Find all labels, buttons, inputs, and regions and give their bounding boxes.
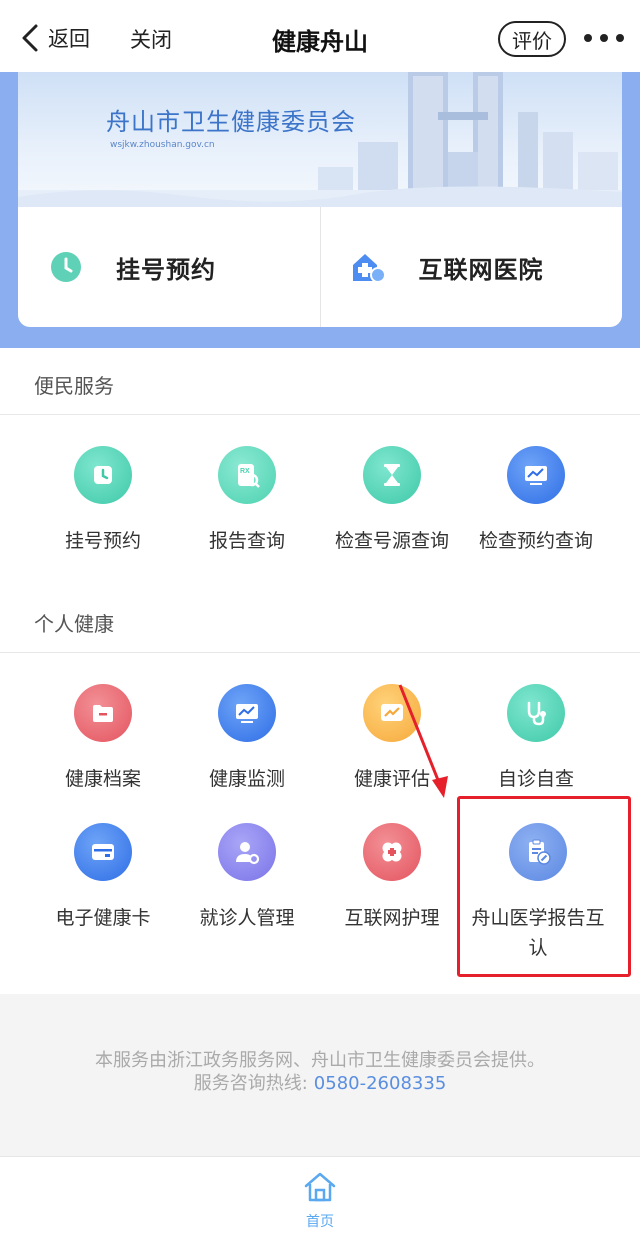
svg-text:RX: RX — [240, 468, 250, 475]
personal-patient-management[interactable]: 就诊人管理 — [175, 823, 319, 933]
annotation-highlight-box — [457, 796, 631, 977]
footer-hotline-label: 服务咨询热线: — [193, 1073, 308, 1094]
quick-appointment-button[interactable]: 挂号预约 — [18, 207, 320, 327]
section-title-personal: 个人健康 — [34, 612, 114, 636]
rx-report-icon: RX — [218, 446, 276, 504]
hero-section: 舟山市卫生健康委员会 wsjkw.zhoushan.gov.cn 挂号预约 互联… — [0, 72, 640, 348]
personal-e-health-card[interactable]: 电子健康卡 — [31, 823, 175, 933]
personal-label: 自诊自查 — [497, 768, 574, 790]
service-label: 检查预约查询 — [478, 530, 593, 552]
city-skyline-illustration — [18, 72, 622, 207]
quick-internet-hospital-label: 互联网医院 — [418, 255, 544, 284]
monitor-chart-icon — [507, 446, 565, 504]
top-nav-bar: 返回 关闭 健康舟山 评价 — [0, 0, 640, 72]
hotline-link[interactable]: 0580-2608335 — [314, 1073, 446, 1094]
user-settings-icon — [218, 823, 276, 881]
back-button[interactable]: 返回 — [20, 20, 90, 56]
section-divider — [0, 652, 640, 653]
close-button[interactable]: 关闭 — [130, 24, 172, 54]
service-exam-source-query[interactable]: 检查号源查询 — [320, 446, 464, 556]
more-dots-icon[interactable] — [584, 28, 624, 48]
section-title-convenience: 便民服务 — [34, 374, 114, 398]
quick-appointment-label: 挂号预约 — [116, 255, 216, 284]
service-exam-appointment-query[interactable]: 检查预约查询 — [464, 446, 608, 556]
personal-label: 就诊人管理 — [199, 907, 295, 929]
personal-label: 互联网护理 — [344, 907, 440, 929]
tab-home[interactable]: 首页 — [290, 1169, 350, 1231]
quick-internet-hospital-button[interactable]: 互联网医院 — [319, 207, 623, 327]
clock-icon — [51, 252, 81, 282]
service-label: 报告查询 — [208, 530, 285, 552]
footer-info: 本服务由浙江政务服务网、舟山市卫生健康委员会提供。 服务咨询热线: 0580-26… — [0, 994, 640, 1156]
monitor-chart-icon — [218, 684, 276, 742]
personal-label: 健康档案 — [64, 768, 141, 790]
personal-health-record[interactable]: 健康档案 — [31, 684, 175, 794]
card-icon — [74, 823, 132, 881]
chevron-left-icon — [22, 24, 38, 52]
hospital-plus-icon — [352, 254, 386, 283]
service-label: 检查号源查询 — [334, 530, 449, 552]
banner-url: wsjkw.zhoushan.gov.cn — [110, 140, 215, 150]
personal-label: 电子健康卡 — [55, 907, 151, 929]
quick-actions: 挂号预约 互联网医院 — [18, 207, 622, 327]
nursing-cross-icon — [363, 823, 421, 881]
personal-health-monitor[interactable]: 健康监测 — [175, 684, 319, 794]
rate-button[interactable]: 评价 — [498, 21, 566, 57]
personal-internet-nursing[interactable]: 互联网护理 — [320, 823, 464, 933]
service-report-query[interactable]: RX 报告查询 — [175, 446, 319, 556]
bottom-tab-bar: 首页 — [0, 1156, 640, 1249]
personal-label: 健康监测 — [208, 768, 285, 790]
stethoscope-icon — [507, 684, 565, 742]
hourglass-icon — [363, 446, 421, 504]
back-label: 返回 — [48, 27, 90, 51]
service-label: 挂号预约 — [64, 530, 141, 552]
banner-image: 舟山市卫生健康委员会 wsjkw.zhoushan.gov.cn — [18, 72, 622, 207]
home-icon — [304, 1172, 336, 1202]
footer-hotline-row: 服务咨询热线: 0580-2608335 — [0, 1069, 640, 1095]
personal-self-diagnosis[interactable]: 自诊自查 — [464, 684, 608, 794]
folder-icon — [74, 684, 132, 742]
annotation-arrow-icon — [398, 684, 448, 798]
banner-org-name: 舟山市卫生健康委员会 — [106, 108, 356, 136]
tab-home-label: 首页 — [306, 1214, 334, 1230]
clock-icon — [74, 446, 132, 504]
service-appointment[interactable]: 挂号预约 — [31, 446, 175, 556]
section-divider — [0, 414, 640, 415]
